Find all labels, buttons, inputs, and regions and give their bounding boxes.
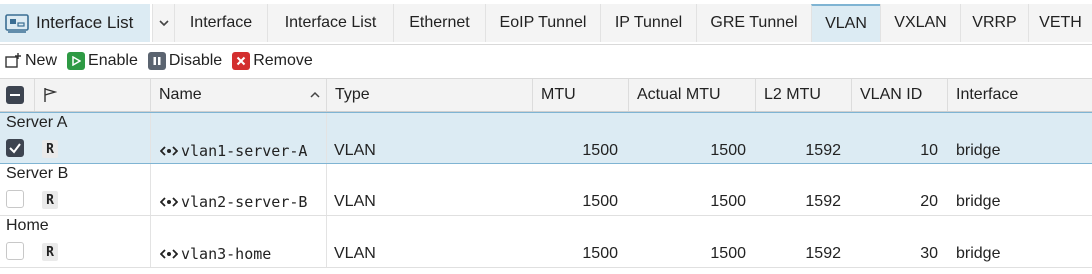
parent-interface-cell: bridge xyxy=(956,142,1001,159)
tab-vxlan[interactable]: VXLAN xyxy=(880,4,960,42)
name-cell[interactable]: vlan3-home xyxy=(160,242,271,266)
running-flag-badge: R xyxy=(42,191,58,209)
l2-mtu-cell: 1592 xyxy=(805,193,841,210)
table-row[interactable]: Server A R vlan1-server-A VLAN 1500 1500… xyxy=(0,112,1092,164)
group-title: Home xyxy=(6,217,49,234)
running-flag-badge: R xyxy=(42,140,58,158)
enable-button[interactable]: Enable xyxy=(67,52,138,70)
name-cell[interactable]: vlan1-server-A xyxy=(160,139,307,163)
toolbar: New Enable Disable Remove xyxy=(0,44,1092,78)
actual-mtu-cell: 1500 xyxy=(710,245,746,262)
column-header-type[interactable]: Type xyxy=(326,79,532,111)
interface-name: vlan2-server-B xyxy=(181,193,308,211)
l2-mtu-cell: 1592 xyxy=(805,142,841,159)
vlan-id-cell: 20 xyxy=(920,193,938,210)
name-cell[interactable]: vlan2-server-B xyxy=(160,190,307,214)
disable-label: Disable xyxy=(168,52,223,69)
close-icon xyxy=(232,52,251,70)
column-header-vlan-id[interactable]: VLAN ID xyxy=(851,79,947,111)
type-cell: VLAN xyxy=(334,142,376,159)
tab-ethernet[interactable]: Ethernet xyxy=(393,4,485,42)
interface-list-icon xyxy=(5,14,29,33)
parent-interface-cell: bridge xyxy=(956,245,1001,262)
mtu-cell: 1500 xyxy=(582,193,618,210)
running-flag-badge: R xyxy=(42,243,58,261)
tab-veth[interactable]: VETH xyxy=(1028,4,1092,42)
disable-button[interactable]: Disable xyxy=(147,52,223,70)
interface-name: vlan1-server-A xyxy=(181,142,308,160)
sort-ascending-icon xyxy=(310,91,320,98)
column-header-actual-mtu[interactable]: Actual MTU xyxy=(628,79,755,111)
tab-interface[interactable]: Interface xyxy=(174,4,267,42)
row-checkbox[interactable] xyxy=(6,190,24,208)
vlan-icon xyxy=(160,249,178,259)
play-icon xyxy=(67,52,86,70)
tab-eoip-tunnel[interactable]: EoIP Tunnel xyxy=(485,4,600,42)
remove-button[interactable]: Remove xyxy=(232,52,313,70)
table-row[interactable]: Server B R vlan2-server-B VLAN 1500 1500… xyxy=(0,164,1092,216)
table-header: Name Type MTU Actual MTU L2 MTU VLAN ID … xyxy=(0,78,1092,112)
column-header-interface[interactable]: Interface xyxy=(947,79,1092,111)
column-header-l2-mtu[interactable]: L2 MTU xyxy=(755,79,851,111)
tab-gre-tunnel[interactable]: GRE Tunnel xyxy=(696,4,811,42)
enable-label: Enable xyxy=(88,52,138,69)
vlan-icon xyxy=(160,197,178,207)
new-button[interactable]: New xyxy=(4,52,57,70)
row-checkbox[interactable] xyxy=(6,242,24,260)
group-title: Server B xyxy=(6,165,69,182)
type-cell: VLAN xyxy=(334,245,376,262)
flag-icon xyxy=(44,88,57,102)
tab-bar: Interface List Interface Interface List … xyxy=(0,0,1092,45)
l2-mtu-cell: 1592 xyxy=(805,245,841,262)
new-label: New xyxy=(25,52,58,69)
tab-vrrp[interactable]: VRRP xyxy=(960,4,1028,42)
vlan-id-cell: 10 xyxy=(920,142,938,159)
tab-interface-list[interactable]: Interface List xyxy=(267,4,393,42)
new-icon xyxy=(5,53,21,68)
select-all-checkbox[interactable] xyxy=(6,86,24,104)
column-header-name[interactable]: Name xyxy=(150,79,326,111)
mtu-cell: 1500 xyxy=(582,245,618,262)
mtu-cell: 1500 xyxy=(582,142,618,159)
window-title-area: Interface List xyxy=(0,4,150,42)
minus-icon xyxy=(10,94,20,96)
table-row[interactable]: Home R vlan3-home VLAN 1500 1500 1592 30… xyxy=(0,216,1092,268)
vlan-id-cell: 30 xyxy=(920,245,938,262)
window-title: Interface List xyxy=(36,13,134,32)
flag-column-header[interactable] xyxy=(34,79,150,111)
column-header-name-label: Name xyxy=(159,86,202,103)
tabs-dropdown-button[interactable] xyxy=(152,4,175,42)
group-title: Server A xyxy=(6,114,68,131)
row-checkbox[interactable] xyxy=(6,139,24,157)
checkmark-icon xyxy=(9,143,21,154)
actual-mtu-cell: 1500 xyxy=(710,193,746,210)
actual-mtu-cell: 1500 xyxy=(710,142,746,159)
column-header-mtu[interactable]: MTU xyxy=(532,79,628,111)
chevron-down-icon xyxy=(159,20,169,27)
type-cell: VLAN xyxy=(334,193,376,210)
parent-interface-cell: bridge xyxy=(956,193,1001,210)
pause-icon xyxy=(147,52,166,70)
vlan-icon xyxy=(160,146,178,156)
interface-name: vlan3-home xyxy=(181,245,272,263)
tab-vlan[interactable]: VLAN xyxy=(811,4,880,42)
tab-ip-tunnel[interactable]: IP Tunnel xyxy=(600,4,696,42)
remove-label: Remove xyxy=(253,52,313,69)
